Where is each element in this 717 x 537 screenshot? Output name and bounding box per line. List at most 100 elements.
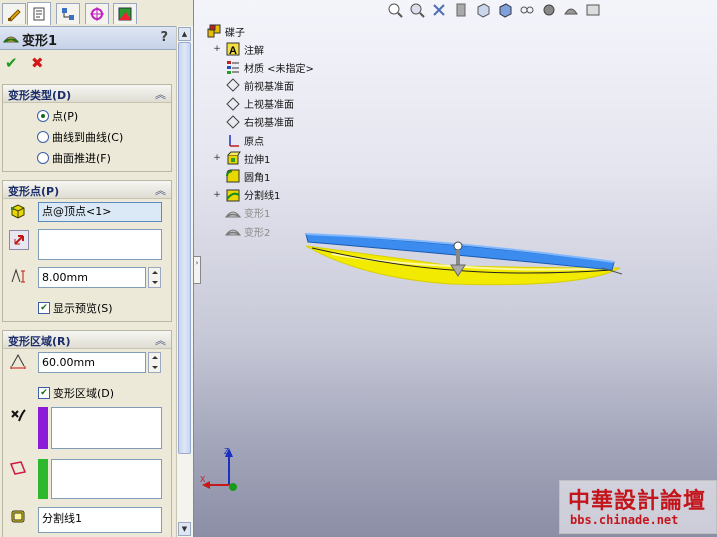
deform-point-group: 变形点(P) ︽ 点@顶点<1> 8.00mm ✔ 显示预览(S) bbox=[2, 180, 172, 322]
hide-show-icon[interactable] bbox=[518, 1, 536, 19]
heads-up-toolbar bbox=[386, 0, 602, 20]
radio-label: 曲线到曲线(C) bbox=[52, 131, 124, 144]
material-icon bbox=[225, 59, 241, 75]
tree-item[interactable]: 前视基准面 bbox=[225, 77, 294, 93]
tree-label: 圆角1 bbox=[244, 172, 271, 184]
tree-item[interactable]: 材质 <未指定> bbox=[225, 59, 314, 75]
tree-label: 前视基准面 bbox=[244, 81, 294, 93]
tab-property-manager[interactable] bbox=[27, 2, 51, 25]
deform-region-checkbox-row[interactable]: ✔ 变形区域(D) bbox=[38, 385, 114, 401]
tree-item[interactable]: 变形2 bbox=[225, 223, 270, 239]
radio-button[interactable] bbox=[37, 152, 49, 164]
deform-point-header[interactable]: 变形点(P) ︽ bbox=[3, 181, 171, 199]
graphics-viewport[interactable]: 碟子 + A 注解材质 <未指定> 前视基准面上视基准面右视基准面原点 + 拉伸1 圆角1 +… bbox=[194, 0, 717, 537]
tab-dimxpert-manager[interactable] bbox=[85, 3, 109, 24]
previous-view-icon[interactable] bbox=[430, 1, 448, 19]
radius-icon bbox=[9, 352, 27, 370]
tree-item[interactable]: 拉伸1 bbox=[225, 150, 270, 166]
view-orientation-icon[interactable] bbox=[474, 1, 492, 19]
tree-expand-icon[interactable]: + bbox=[213, 190, 221, 199]
tree-item[interactable]: 上视基准面 bbox=[225, 96, 294, 112]
show-preview-checkbox[interactable]: ✔ bbox=[38, 302, 50, 314]
tree-item[interactable]: A 注解 bbox=[225, 41, 264, 57]
view-settings-icon[interactable] bbox=[584, 1, 602, 19]
panel-collapse-icon[interactable]: › bbox=[193, 256, 201, 284]
display-style-icon[interactable] bbox=[496, 1, 514, 19]
tab-display-manager[interactable] bbox=[113, 3, 137, 24]
x-axis-label: X bbox=[200, 475, 206, 484]
feature-tree-icon bbox=[8, 9, 21, 22]
distance-input[interactable]: 8.00mm bbox=[38, 267, 146, 288]
deform-icon bbox=[225, 205, 241, 221]
extrude-icon bbox=[225, 150, 241, 166]
tab-feature-manager[interactable] bbox=[2, 3, 26, 24]
help-button[interactable]: ? bbox=[160, 30, 168, 45]
group-title: 变形区域(R) bbox=[8, 335, 71, 348]
radius-spinner[interactable] bbox=[148, 352, 161, 373]
tab-configuration-manager[interactable] bbox=[56, 3, 80, 24]
direction-field[interactable] bbox=[38, 229, 162, 260]
appearance-icon[interactable] bbox=[540, 1, 558, 19]
svg-text:A: A bbox=[229, 45, 237, 57]
radio-label: 曲面推进(F) bbox=[52, 152, 111, 165]
ok-button[interactable]: ✔ bbox=[5, 54, 18, 72]
deform-region-checkbox[interactable]: ✔ bbox=[38, 387, 50, 399]
scene-icon[interactable] bbox=[562, 1, 580, 19]
radius-input[interactable]: 60.00mm bbox=[38, 352, 146, 373]
section-view-icon[interactable] bbox=[452, 1, 470, 19]
zoom-to-fit-icon[interactable] bbox=[386, 1, 404, 19]
tree-label: 注解 bbox=[244, 45, 264, 57]
tree-expand-icon[interactable]: + bbox=[213, 45, 221, 54]
tree-item[interactable]: 变形1 bbox=[225, 205, 270, 221]
deform-point-field[interactable]: 点@顶点<1> bbox=[38, 202, 162, 222]
collapse-chevron-icon[interactable]: ︽ bbox=[155, 182, 166, 198]
panel-scrollbar[interactable]: ▲ ▼ bbox=[176, 26, 193, 537]
radio-curve-to-curve[interactable]: 曲线到曲线(C) bbox=[37, 129, 123, 145]
zoom-area-icon[interactable] bbox=[408, 1, 426, 19]
collapse-chevron-icon[interactable]: ︽ bbox=[155, 86, 166, 102]
tree-label: 碟子 bbox=[225, 27, 245, 39]
z-axis-label: Z bbox=[224, 447, 229, 456]
deform-region-group: 变形区域(R) ︽ 60.00mm ✔ 变形区域(D) 分割线1 bbox=[2, 330, 172, 537]
watermark: 中華設計論壇 bbs.chinade.net bbox=[559, 480, 717, 534]
scroll-thumb[interactable] bbox=[178, 42, 191, 454]
radio-button[interactable] bbox=[37, 110, 49, 122]
scroll-down-icon[interactable]: ▼ bbox=[178, 522, 191, 536]
tree-label: 拉伸1 bbox=[244, 154, 271, 166]
checkbox-label: 显示预览(S) bbox=[53, 302, 113, 315]
scroll-up-icon[interactable]: ▲ bbox=[178, 27, 191, 41]
tree-root[interactable]: 碟子 bbox=[206, 23, 245, 39]
region-edges-icon bbox=[9, 459, 27, 477]
checkbox-label: 变形区域(D) bbox=[53, 387, 115, 400]
show-preview-checkbox-row[interactable]: ✔ 显示预览(S) bbox=[38, 300, 113, 316]
tree-label: 变形2 bbox=[244, 227, 271, 239]
deform-type-header[interactable]: 变形类型(D) ︽ bbox=[3, 85, 171, 103]
deform-direction-arrow-icon[interactable] bbox=[450, 241, 466, 277]
group-title: 变形点(P) bbox=[8, 185, 60, 198]
plane-icon bbox=[225, 96, 241, 112]
deform-region-header[interactable]: 变形区域(R) ︽ bbox=[3, 331, 171, 349]
tree-item[interactable]: 分割线1 bbox=[225, 187, 280, 203]
green-color-swatch bbox=[38, 459, 48, 499]
part-icon bbox=[206, 23, 222, 39]
tree-label: 上视基准面 bbox=[244, 100, 294, 112]
purple-color-swatch bbox=[38, 407, 48, 449]
tree-label: 右视基准面 bbox=[244, 118, 294, 130]
body-icon bbox=[9, 507, 27, 525]
tree-item[interactable]: 原点 bbox=[225, 132, 264, 148]
fixed-curves-list[interactable] bbox=[51, 407, 162, 449]
tree-item[interactable]: 圆角1 bbox=[225, 168, 270, 184]
radio-point[interactable]: 点(P) bbox=[37, 108, 78, 124]
region-edges-list[interactable] bbox=[51, 459, 162, 499]
distance-spinner[interactable] bbox=[148, 267, 161, 288]
body-field[interactable]: 分割线1 bbox=[38, 507, 162, 533]
tree-expand-icon[interactable]: + bbox=[213, 154, 221, 163]
tree-label: 原点 bbox=[244, 136, 264, 148]
radio-surface-push[interactable]: 曲面推进(F) bbox=[37, 150, 111, 166]
tree-item[interactable]: 右视基准面 bbox=[225, 114, 294, 130]
radio-button[interactable] bbox=[37, 131, 49, 143]
cancel-button[interactable]: ✖ bbox=[31, 54, 44, 72]
split-line-icon bbox=[225, 187, 241, 203]
reverse-direction-icon[interactable] bbox=[9, 230, 29, 250]
collapse-chevron-icon[interactable]: ︽ bbox=[155, 332, 166, 348]
